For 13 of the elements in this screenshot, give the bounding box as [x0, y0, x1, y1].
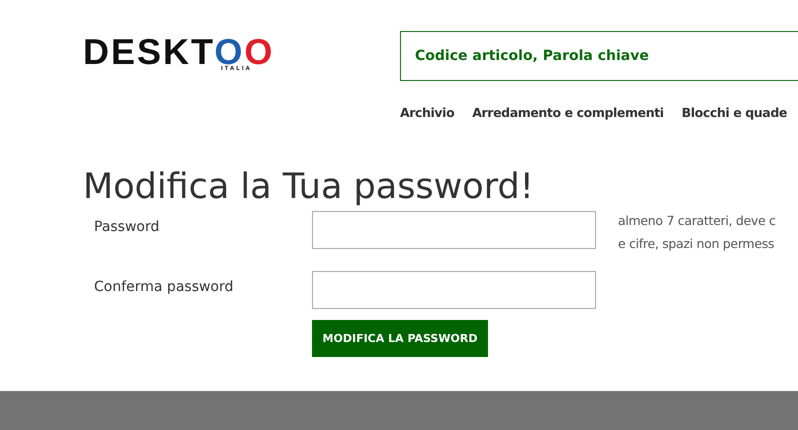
logo-wordmark: DESKTOO — [83, 37, 274, 67]
hint-text: almeno 7 caratteri, deve c — [618, 212, 777, 230]
search-field[interactable]: Codice articolo, Parola chiave — [400, 31, 798, 81]
nav-link[interactable]: Blocchi e quade — [682, 105, 787, 127]
field-label: Password — [93, 218, 160, 235]
nav-link[interactable]: Archivio — [400, 105, 454, 127]
submit-button[interactable]: MODIFICA LA PASSWORD — [312, 320, 488, 357]
password-field[interactable] — [312, 271, 596, 309]
page-title: Modifica la Tua password! — [83, 167, 535, 207]
hint-text: e cifre, spazi non permess — [618, 235, 776, 253]
password-field[interactable] — [312, 211, 596, 249]
nav-link[interactable]: Arredamento e complementi — [472, 105, 664, 127]
field-label: Conferma password — [93, 278, 234, 295]
